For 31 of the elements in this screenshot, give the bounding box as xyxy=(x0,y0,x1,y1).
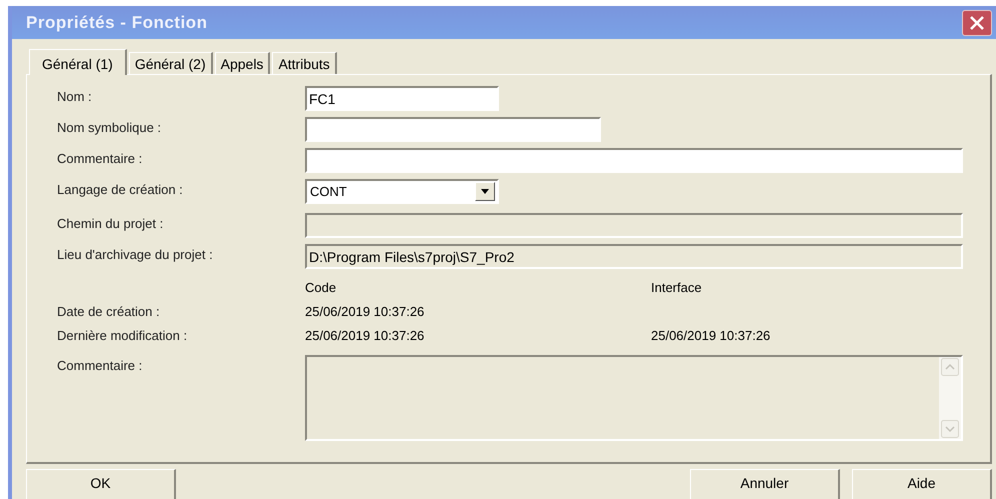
field-label: Chemin du projet : xyxy=(57,215,164,231)
field-label: Dernière modification : xyxy=(57,328,188,342)
text-field[interactable] xyxy=(305,148,963,173)
tab[interactable]: Appels xyxy=(214,52,270,74)
dropdown[interactable]: CONT xyxy=(305,179,499,204)
date-value: 25/06/2019 10:37:26 xyxy=(651,328,772,342)
field-label: Nom : xyxy=(57,88,93,104)
field-label: Lieu d'archivage du projet : xyxy=(57,246,214,262)
window-title: Propriétés - Fonction xyxy=(26,12,208,32)
field-label: Commentaire : xyxy=(57,150,144,166)
close-icon xyxy=(968,14,986,30)
dialog-button[interactable]: Annuler xyxy=(690,469,840,499)
dialog-button[interactable]: Aide xyxy=(852,469,992,499)
column-header: Code xyxy=(305,280,338,294)
dialog-button[interactable]: OK xyxy=(26,469,176,499)
field-label: Date de création : xyxy=(57,304,161,318)
date-value: 25/06/2019 10:37:26 xyxy=(305,304,426,318)
comment-area[interactable] xyxy=(305,355,963,441)
tab[interactable]: Général (1) xyxy=(29,49,127,75)
tab[interactable]: Général (2) xyxy=(128,52,213,74)
text-field[interactable]: FC1 xyxy=(305,86,499,111)
text-field[interactable]: D:\Program Files\s7proj\S7_Pro2 xyxy=(305,244,963,269)
tab[interactable]: Attributs xyxy=(272,52,337,74)
field-label: Nom symbolique : xyxy=(57,119,162,135)
field-label: Commentaire : xyxy=(57,357,144,375)
text-field[interactable] xyxy=(305,117,601,142)
text-field[interactable] xyxy=(305,213,963,238)
field-label: Langage de création : xyxy=(57,181,184,197)
date-value: 25/06/2019 10:37:26 xyxy=(305,328,426,342)
column-header: Interface xyxy=(651,280,703,294)
close-button[interactable] xyxy=(962,10,992,36)
